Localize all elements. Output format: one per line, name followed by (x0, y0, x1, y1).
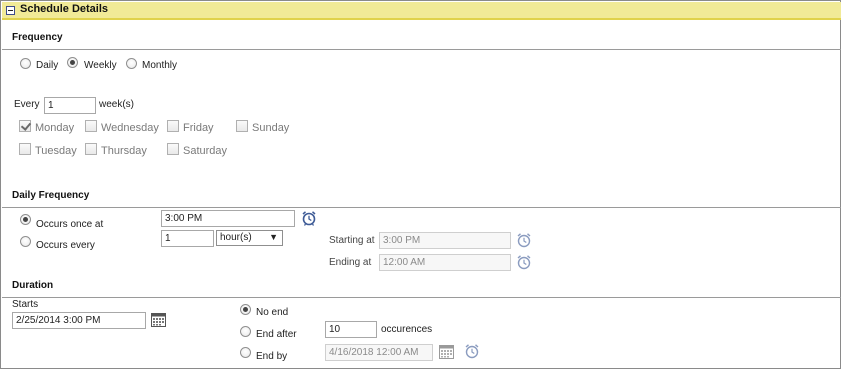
occurs-every-label: Occurs every (36, 240, 95, 251)
dropdown-arrow-icon: ▼ (269, 232, 278, 242)
frequency-monthly-label: Monthly (142, 60, 178, 71)
ending-at-input[interactable] (379, 254, 511, 271)
calendar-icon[interactable] (151, 313, 166, 327)
day-wednesday-checkbox[interactable] (85, 120, 97, 132)
day-friday-checkbox[interactable] (167, 120, 179, 132)
frequency-weekly-label: Weekly (84, 60, 117, 71)
occurs-every-unit-select[interactable]: hour(s) ▼ (216, 230, 283, 246)
occurs-every-value-input[interactable] (161, 230, 214, 247)
schedule-details-panel: Schedule Details Frequency Daily Weekly … (0, 0, 841, 369)
alarm-clock-icon[interactable] (516, 232, 532, 248)
divider (2, 297, 841, 298)
alarm-clock-icon[interactable] (464, 343, 480, 359)
day-tuesday-checkbox[interactable] (19, 143, 31, 155)
ending-at-label: Ending at (329, 257, 372, 268)
every-label: Every (14, 99, 40, 110)
day-sunday-label: Sunday (252, 122, 290, 134)
end-after-label: End after (256, 329, 297, 340)
frequency-section-title: Frequency (12, 32, 63, 43)
calendar-icon[interactable] (439, 345, 454, 359)
end-by-date-input[interactable] (325, 344, 433, 361)
end-after-radio[interactable] (240, 326, 251, 337)
weeks-unit-label: week(s) (99, 99, 135, 110)
starts-date-input[interactable] (12, 312, 146, 329)
day-thursday-checkbox[interactable] (85, 143, 97, 155)
occurrences-label: occurences (381, 324, 433, 335)
divider (2, 207, 841, 208)
frequency-monthly-radio[interactable] (126, 58, 137, 69)
alarm-clock-icon[interactable] (301, 210, 317, 226)
day-friday-label: Friday (183, 122, 214, 134)
panel-title: Schedule Details (20, 3, 109, 15)
occurs-once-label: Occurs once at (36, 219, 104, 230)
end-after-count-input[interactable] (325, 321, 377, 338)
day-saturday-label: Saturday (183, 145, 228, 157)
day-saturday-checkbox[interactable] (167, 143, 179, 155)
frequency-daily-label: Daily (36, 60, 59, 71)
daily-frequency-section-title: Daily Frequency (12, 190, 90, 201)
day-monday-label: Monday (35, 122, 75, 134)
day-thursday-label: Thursday (101, 145, 147, 157)
collapse-minus-icon[interactable] (6, 6, 15, 15)
every-weeks-input[interactable] (44, 97, 96, 114)
no-end-radio[interactable] (240, 304, 251, 315)
occurs-once-radio[interactable] (20, 214, 31, 225)
day-wednesday-label: Wednesday (101, 122, 159, 134)
day-tuesday-label: Tuesday (35, 145, 77, 157)
end-by-label: End by (256, 351, 288, 362)
starting-at-label: Starting at (329, 235, 375, 246)
day-sunday-checkbox[interactable] (236, 120, 248, 132)
starting-at-input[interactable] (379, 232, 511, 249)
occurs-every-unit-value: hour(s) (220, 232, 252, 243)
occurs-once-time-input[interactable] (161, 210, 295, 227)
day-monday-checkbox[interactable] (19, 120, 31, 132)
no-end-label: No end (256, 307, 289, 318)
occurs-every-radio[interactable] (20, 236, 31, 247)
frequency-weekly-radio[interactable] (67, 57, 78, 68)
starts-label: Starts (12, 299, 39, 310)
frequency-daily-radio[interactable] (20, 58, 31, 69)
panel-header: Schedule Details (2, 2, 841, 20)
duration-section-title: Duration (12, 280, 54, 291)
divider (2, 49, 841, 50)
alarm-clock-icon[interactable] (516, 254, 532, 270)
end-by-radio[interactable] (240, 347, 251, 358)
